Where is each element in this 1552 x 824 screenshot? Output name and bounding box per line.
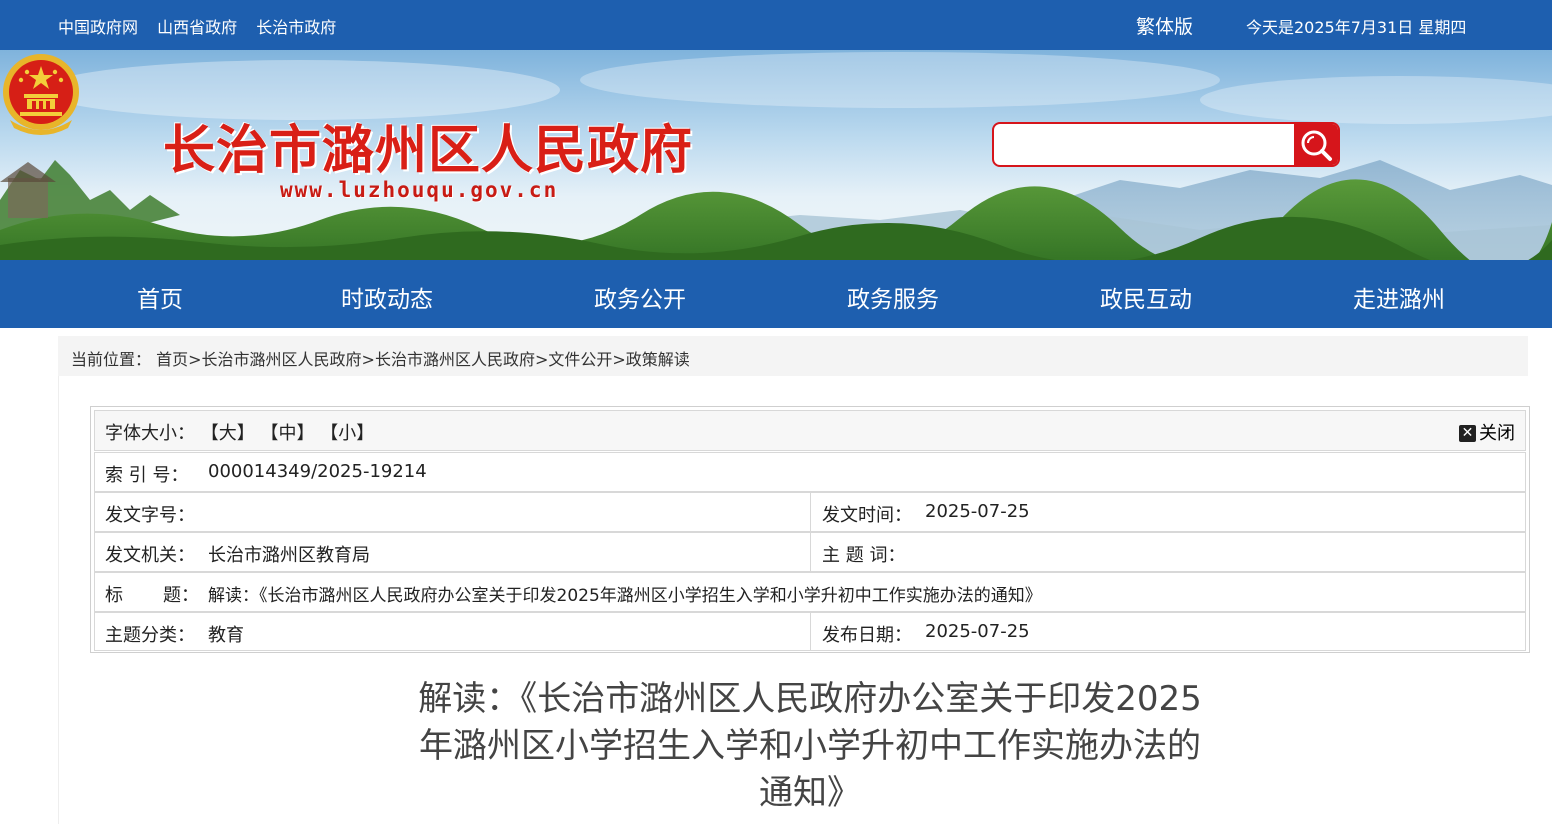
issue-time-label: 发文时间： (822, 505, 912, 526)
font-size-row: 字体大小： 【大】 【中】 【小】 ✕ 关闭 (94, 410, 1526, 451)
nav-gov-services[interactable]: 政务服务 (847, 280, 939, 314)
nav-about-luzhou[interactable]: 走进潞州 (1353, 280, 1445, 314)
search-box (992, 122, 1340, 167)
current-date: 今天是2025年7月31日 星期四 (1246, 18, 1467, 37)
close-button[interactable]: ✕ 关闭 (1459, 419, 1515, 445)
nav-interaction[interactable]: 政民互动 (1100, 280, 1192, 314)
top-links: 中国政府网 山西省政府 长治市政府 (58, 14, 350, 38)
close-label: 关闭 (1479, 423, 1515, 444)
article-title: 解读：《长治市潞州区人民政府办公室关于印发2025 年潞州区小学招生入学和小学升… (360, 676, 1260, 817)
issue-time-value: 2025-07-25 (925, 501, 1030, 522)
doc-number-row: 发文字号： 发文时间： 2025-07-25 (94, 492, 1526, 532)
traditional-chinese-link[interactable]: 繁体版 (1136, 12, 1193, 39)
font-size-label: 字体大小： (105, 423, 195, 444)
article-title-line: 通知》 (759, 773, 861, 813)
search-button[interactable] (1294, 124, 1338, 165)
site-title: 长治市潞州区人民政府 (163, 121, 694, 181)
national-emblem-icon (3, 54, 79, 135)
article-title-line: 年潞州区小学招生入学和小学升初中工作实施办法的 (419, 726, 1201, 766)
article-title-line: 解读：《长治市潞州区人民政府办公室关于印发2025 (418, 679, 1202, 719)
category-label: 主题分类： (105, 625, 195, 646)
breadcrumb-separator: > (612, 350, 626, 369)
nav-home[interactable]: 首页 (137, 280, 183, 314)
link-changzhi-gov[interactable]: 长治市政府 (256, 18, 336, 37)
header-banner: 长治市潞州区人民政府 www.luzhouqu.gov.cn (0, 50, 1552, 260)
doc-number-label: 发文字号： (105, 505, 195, 526)
title-row: 标 题： 解读：《长治市潞州区人民政府办公室关于印发2025年潞州区小学招生入学… (94, 572, 1526, 612)
breadcrumb-district-gov[interactable]: 长治市潞州区人民政府 (202, 350, 362, 369)
font-medium-button[interactable]: 【中】 (260, 423, 314, 444)
breadcrumb-home[interactable]: 首页 (156, 350, 188, 369)
keywords-label: 主 题 词： (822, 545, 906, 566)
link-central-gov[interactable]: 中国政府网 (58, 18, 138, 37)
issuer-row: 发文机关： 长治市潞州区教育局 主 题 词： (94, 532, 1526, 572)
publish-date-value: 2025-07-25 (925, 621, 1030, 642)
nav-news[interactable]: 时政动态 (341, 280, 433, 314)
document-metadata-table: 字体大小： 【大】 【中】 【小】 ✕ 关闭 索 引 号： 000014349/2… (90, 406, 1530, 653)
breadcrumb-separator: > (534, 350, 549, 369)
title-label: 标 题： (105, 585, 200, 606)
link-shanxi-gov[interactable]: 山西省政府 (157, 18, 237, 37)
main-nav: 首页 时政动态 政务公开 政务服务 政民互动 走进潞州 (0, 260, 1552, 328)
breadcrumb-district-gov-2[interactable]: 长治市潞州区人民政府 (375, 350, 535, 369)
index-value: 000014349/2025-19214 (208, 461, 427, 482)
breadcrumb-separator: > (361, 350, 375, 369)
breadcrumb-label: 当前位置： (71, 350, 152, 369)
title-value: 解读：《长治市潞州区人民政府办公室关于印发2025年潞州区小学招生入学和小学升初… (208, 586, 1042, 606)
search-input[interactable] (994, 124, 1294, 165)
top-bar: 中国政府网 山西省政府 长治市政府 繁体版 今天是2025年7月31日 星期四 (0, 0, 1552, 50)
search-icon (1301, 130, 1332, 161)
close-icon: ✕ (1459, 425, 1476, 442)
issuer-value: 长治市潞州区教育局 (208, 545, 370, 566)
breadcrumb-file-open[interactable]: 文件公开 (548, 350, 612, 369)
publish-date-label: 发布日期： (822, 625, 912, 646)
breadcrumb: 当前位置： 首页>长治市潞州区人民政府>长治市潞州区人民政府>文件公开>政策解读 (58, 336, 1528, 376)
font-large-button[interactable]: 【大】 (201, 423, 255, 444)
content-border (58, 376, 59, 824)
index-row: 索 引 号： 000014349/2025-19214 (94, 452, 1526, 492)
issuer-label: 发文机关： (105, 545, 195, 566)
site-url: www.luzhouqu.gov.cn (280, 178, 559, 202)
breadcrumb-policy-interpretation[interactable]: 政策解读 (626, 350, 690, 369)
nav-gov-affairs-open[interactable]: 政务公开 (594, 280, 686, 314)
category-value: 教育 (208, 625, 244, 646)
index-label: 索 引 号： (105, 465, 189, 486)
breadcrumb-separator: > (188, 350, 202, 369)
font-small-button[interactable]: 【小】 (320, 423, 374, 444)
category-row: 主题分类： 教育 发布日期： 2025-07-25 (94, 612, 1526, 651)
